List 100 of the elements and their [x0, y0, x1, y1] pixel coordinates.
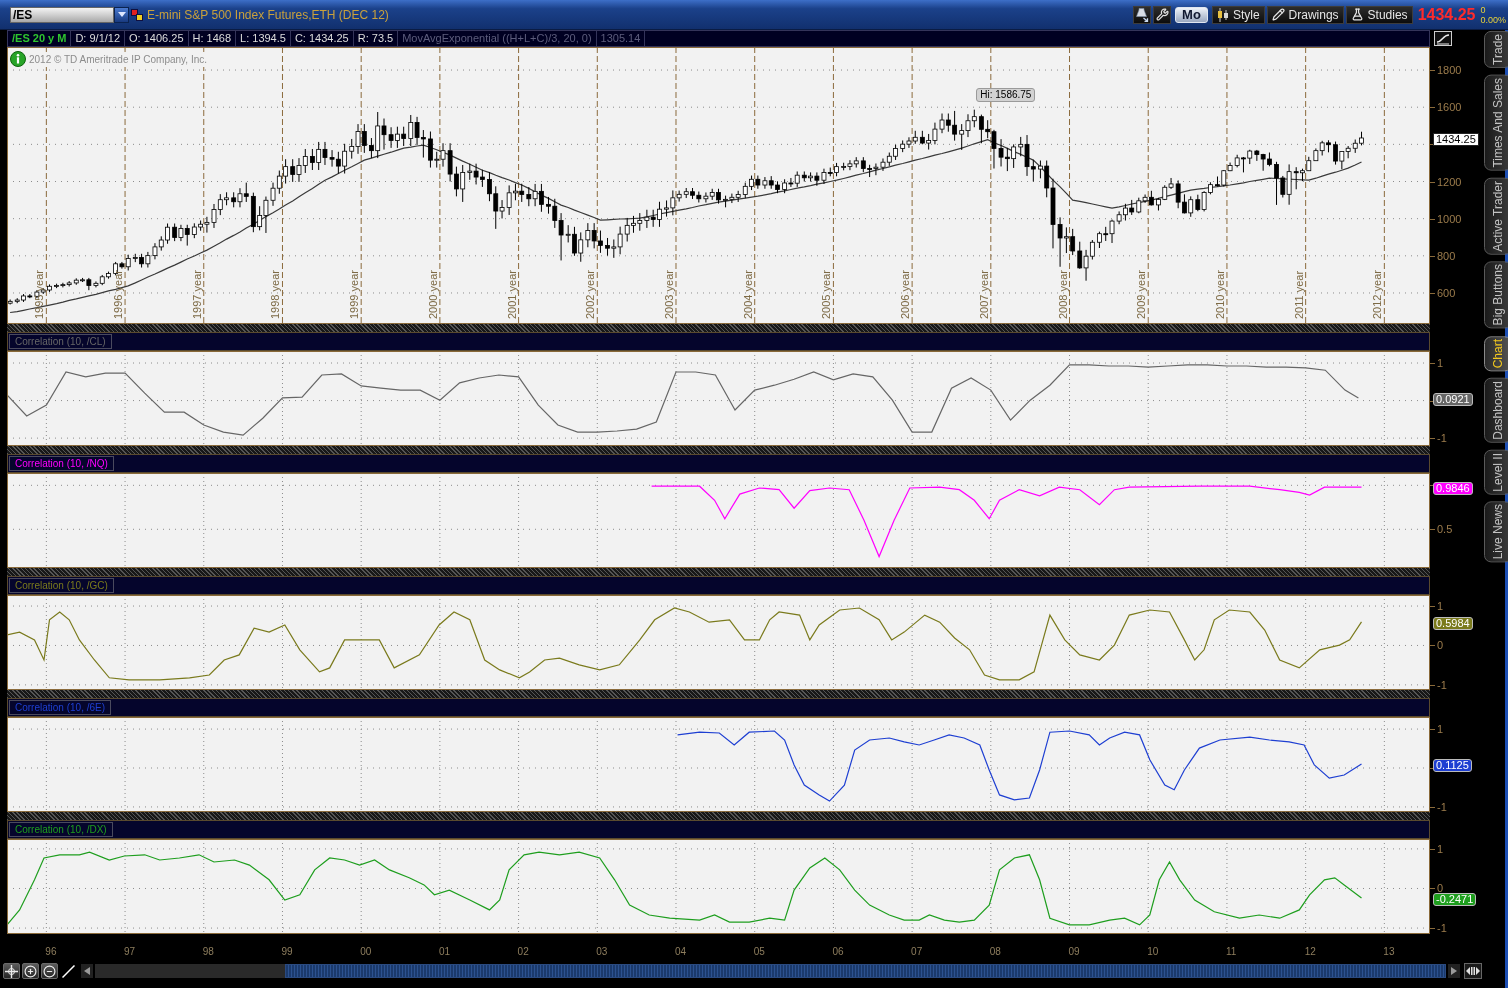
axis-label: 0.5	[1437, 524, 1453, 535]
axis-label: 97	[124, 946, 136, 957]
quote-field: L: 1394.5	[236, 31, 291, 46]
copyright-text: 2012 © TD Ameritrade IP Company, Inc.	[28, 51, 208, 67]
value-readout: 0.1125	[1433, 759, 1472, 773]
study-value: 1305.14	[596, 31, 646, 46]
axis-label: 08	[989, 946, 1001, 957]
drawings-button[interactable]: Drawings	[1266, 5, 1344, 24]
price-readout: 1434.25	[1433, 133, 1479, 146]
axis-label: 12	[1304, 946, 1316, 957]
zoom-out-icon	[43, 964, 56, 978]
axis-label: 06	[832, 946, 844, 957]
axis-label: 03	[596, 946, 608, 957]
window-title: E-mini S&P 500 Index Futures,ETH (DEC 12)	[147, 6, 389, 24]
axis-label: -1	[1437, 801, 1447, 812]
symbol-dropdown-button[interactable]	[114, 6, 129, 23]
study-title: Correlation (10, /NQ)	[9, 456, 114, 471]
quote-field: H: 1468	[188, 31, 237, 46]
scroll-left-button[interactable]	[81, 964, 93, 978]
percent-change: 0.00%	[1480, 14, 1506, 25]
side-tab[interactable]: Trade	[1484, 31, 1508, 68]
axis-label: 10	[1147, 946, 1159, 957]
value-readout: 0.0921	[1433, 392, 1473, 406]
line-icon	[62, 964, 75, 978]
axis-label: 02	[517, 946, 529, 957]
study-title: Correlation (10, /DX)	[9, 822, 113, 837]
axis-label: 00	[360, 946, 372, 957]
side-tab[interactable]: Times And Sales	[1484, 74, 1508, 171]
caret-icon	[117, 12, 126, 17]
symbol-period-label: /ES 20 y M	[8, 31, 72, 46]
settings-button[interactable]	[1153, 5, 1172, 24]
side-tab[interactable]: Live News	[1484, 501, 1508, 563]
study-title: Correlation (10, /CL)	[9, 334, 112, 349]
last-price: 1434.25	[1417, 5, 1476, 24]
expand-button[interactable]	[1464, 963, 1482, 979]
axis-label: -1	[1437, 433, 1447, 444]
axis-label: 11	[1225, 946, 1237, 957]
axis-label: 1	[1437, 358, 1444, 368]
study-title: Correlation (10, /GC)	[9, 578, 114, 593]
axis-label: 1	[1437, 843, 1444, 854]
axis-label: 98	[202, 946, 214, 957]
symbol-field[interactable]: /ES	[10, 6, 114, 23]
pane-splitter[interactable]	[7, 812, 1430, 820]
axis-label: 800	[1437, 249, 1456, 262]
axis-label: 1800	[1437, 64, 1462, 77]
expand-icon	[1466, 966, 1480, 976]
curve-icon[interactable]	[1434, 31, 1452, 46]
axis-label: 01	[438, 946, 450, 957]
side-tab[interactable]: Active Trader	[1484, 177, 1508, 255]
study-label: MovAvgExponential ((H+L+C)/3, 20, 0)	[398, 31, 597, 46]
value-readout: 0.9846	[1433, 482, 1473, 496]
pencil-icon	[1271, 8, 1285, 21]
pane-splitter[interactable]	[7, 324, 1430, 332]
axis-label: 1200	[1437, 175, 1462, 188]
period-button[interactable]: Mo	[1175, 6, 1208, 23]
zoom-in-button[interactable]	[22, 963, 39, 979]
flask-icon	[1350, 8, 1364, 21]
pane-splitter[interactable]	[7, 690, 1430, 698]
axis-label: 96	[45, 946, 57, 957]
left-arrow-icon	[84, 967, 90, 975]
zoom-out-button[interactable]	[41, 963, 58, 979]
axis-label: 1000	[1437, 212, 1462, 225]
value-readout: 0.5984	[1433, 616, 1473, 630]
axis-label: -1	[1437, 923, 1447, 934]
axis-label: 99	[281, 946, 293, 957]
axis-label: 05	[753, 946, 765, 957]
crosshair-button[interactable]	[3, 963, 20, 979]
wrench-icon	[1155, 8, 1169, 21]
axis-label: 0	[1437, 640, 1444, 651]
axis-label: 09	[1068, 946, 1080, 957]
linked-squares-icon[interactable]	[131, 8, 143, 21]
flask-arrow-button[interactable]	[1133, 5, 1152, 24]
pane-splitter[interactable]	[7, 568, 1430, 576]
candlestick-icon	[1216, 7, 1229, 22]
side-tab[interactable]: Level II	[1484, 449, 1508, 495]
pane-splitter[interactable]	[7, 446, 1430, 454]
study-title: Correlation (10, /6E)	[9, 700, 112, 715]
side-tab[interactable]: Chart	[1484, 335, 1508, 371]
info-icon[interactable]	[10, 51, 26, 67]
side-tab[interactable]: Big Buttons	[1484, 261, 1508, 329]
axis-label: 13	[1383, 946, 1395, 957]
axis-label: 0	[1437, 883, 1444, 894]
zoom-in-icon	[24, 964, 37, 978]
studies-button[interactable]: Studies	[1345, 5, 1413, 24]
axis-label: 04	[675, 946, 687, 957]
crosshair-icon	[5, 964, 18, 978]
style-button[interactable]: Style	[1211, 5, 1265, 24]
quote-field: O: 1406.25	[125, 31, 189, 46]
axis-label: 600	[1437, 286, 1456, 299]
axis-label: 1600	[1437, 101, 1462, 114]
axis-label: 07	[911, 946, 923, 957]
quote-field: D: 9/1/12	[71, 31, 126, 46]
quote-field: C: 1434.25	[290, 31, 354, 46]
net-change: 0	[1480, 4, 1487, 15]
axis-label: -1	[1437, 679, 1447, 690]
axis-label: 1	[1437, 724, 1444, 735]
axis-label: 1	[1437, 601, 1444, 612]
side-tab[interactable]: Dashboard	[1484, 377, 1508, 443]
right-arrow-icon	[1451, 967, 1457, 975]
scroll-right-button[interactable]	[1448, 964, 1460, 978]
